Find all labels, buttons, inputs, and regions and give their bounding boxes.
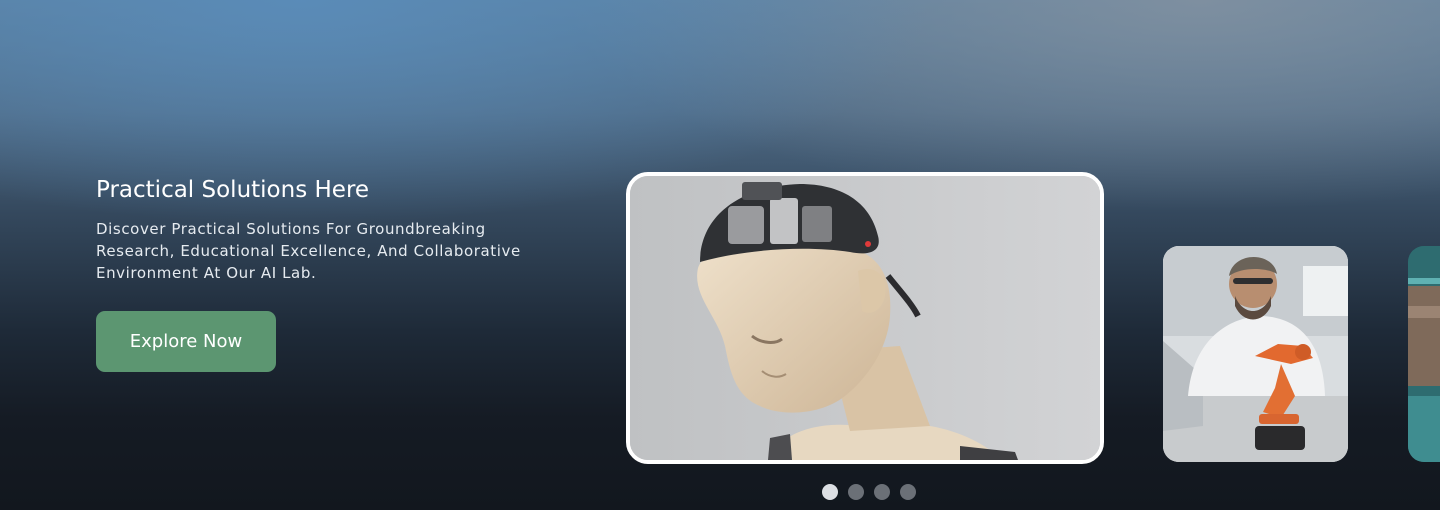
hero-title: Practical Solutions Here [96,177,370,203]
hero-description: Discover Practical Solutions For Groundb… [96,220,521,282]
hero-text-block: Practical Solutions Here Discover Practi… [96,174,536,284]
carousel-dot-1[interactable] [822,484,838,500]
carousel-dot-2[interactable] [848,484,864,500]
carousel-dot-4[interactable] [900,484,916,500]
carousel-slide-robot-head[interactable] [626,172,1104,464]
carousel-dot-3[interactable] [874,484,890,500]
carousel-slide-scientist[interactable] [1163,246,1348,462]
carousel-slide-peek[interactable] [1408,246,1440,462]
scientist-robot-arm-image [1163,246,1348,462]
explore-now-button[interactable]: Explore Now [96,311,276,372]
carousel-pagination [822,484,916,500]
humanoid-robot-image [630,176,1100,460]
teal-machine-image [1408,246,1440,462]
